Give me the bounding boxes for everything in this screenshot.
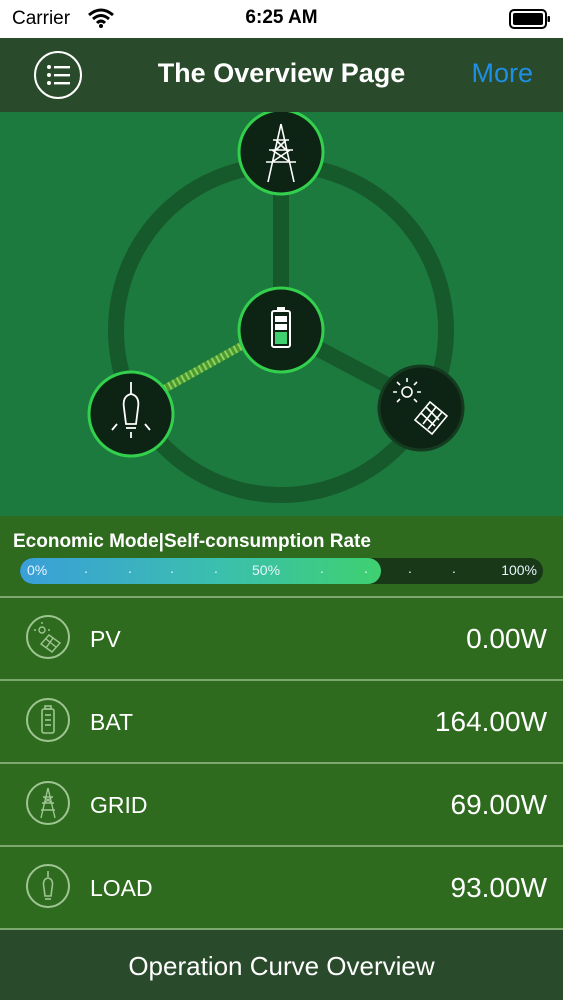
row-value: 93.00W xyxy=(450,872,548,903)
battery-node[interactable] xyxy=(237,286,325,374)
tick-dot: . xyxy=(452,560,456,576)
mode-label: Economic Mode|Self-consumption Rate xyxy=(13,531,371,552)
nav-bar: The Overview Page More xyxy=(0,38,563,112)
row-value: 69.00W xyxy=(450,789,548,820)
operation-curve-button[interactable]: Operation Curve Overview xyxy=(0,928,563,1000)
list-menu-icon xyxy=(47,65,70,85)
solar-panel-icon xyxy=(26,615,70,659)
power-tower-icon xyxy=(26,781,70,825)
row-load[interactable]: LOAD 93.00W xyxy=(0,845,563,928)
self-consumption-progress: 0% . . . . 50% . . . . 100% xyxy=(20,558,543,584)
clock-time: 6:25 AM xyxy=(245,7,318,28)
load-node[interactable] xyxy=(87,370,175,458)
energy-flow-diagram xyxy=(0,112,563,516)
grid-node[interactable] xyxy=(237,112,325,196)
tick-dot: . xyxy=(320,560,324,576)
tick-dot: . xyxy=(408,560,412,576)
row-grid[interactable]: GRID 69.00W xyxy=(0,762,563,845)
tick-mid: 50% xyxy=(252,562,281,578)
row-value: 164.00W xyxy=(434,706,547,737)
light-bulb-icon xyxy=(26,864,70,908)
progress-fill xyxy=(20,558,381,584)
tick-dot: . xyxy=(170,560,174,576)
status-bar: Carrier 6:25 AM xyxy=(0,0,563,38)
power-readings-list: PV 0.00W BAT 164.00W GRID 69.00W LOAD 93… xyxy=(0,596,563,928)
row-value: 0.00W xyxy=(466,623,547,654)
row-bat[interactable]: BAT 164.00W xyxy=(0,679,563,762)
row-label: BAT xyxy=(90,709,134,735)
row-pv[interactable]: PV 0.00W xyxy=(0,596,563,679)
tick-dot: . xyxy=(364,560,368,576)
menu-button[interactable] xyxy=(34,51,82,99)
flow-diagram-svg xyxy=(87,112,465,503)
row-label: LOAD xyxy=(90,875,153,901)
mode-section: Economic Mode|Self-consumption Rate 0% .… xyxy=(0,516,563,596)
row-label: GRID xyxy=(90,792,148,818)
row-label: PV xyxy=(90,626,121,652)
tick-end: 100% xyxy=(501,562,537,578)
battery-status-icon xyxy=(509,9,551,34)
battery-icon xyxy=(26,698,70,742)
tick-start: 0% xyxy=(27,562,48,578)
tick-dot: . xyxy=(214,560,218,576)
pv-node[interactable] xyxy=(377,364,465,452)
tick-dot: . xyxy=(84,560,88,576)
tick-dot: . xyxy=(128,560,132,576)
more-button[interactable]: More xyxy=(471,58,533,89)
